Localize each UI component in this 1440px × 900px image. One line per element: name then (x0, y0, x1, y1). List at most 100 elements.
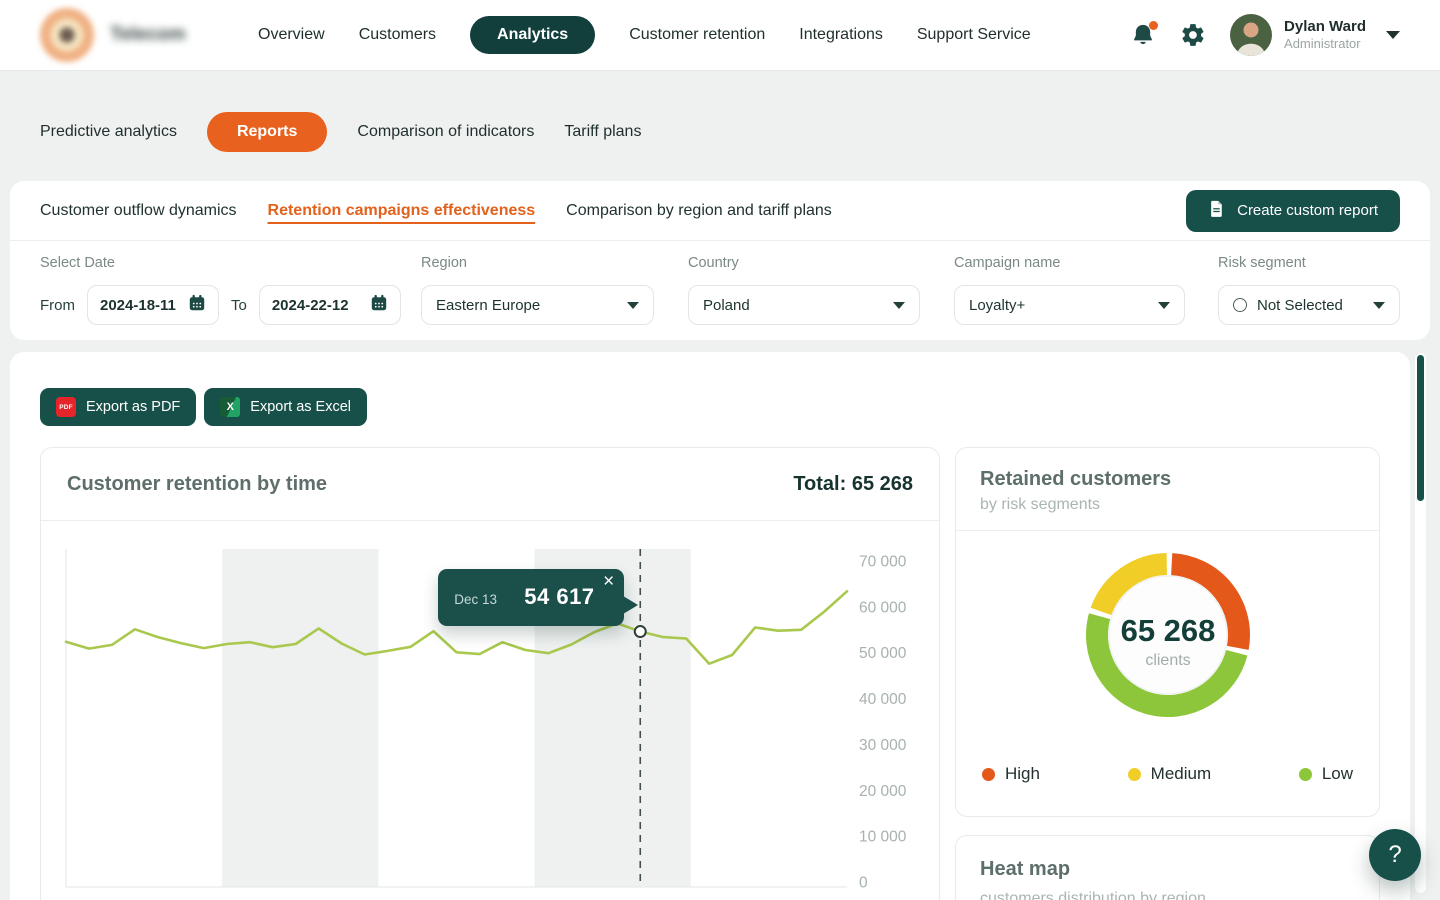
chart-tooltip: Dec 13 54 617 × (438, 569, 624, 626)
nav-item-analytics[interactable]: Analytics (470, 16, 595, 54)
settings-button[interactable] (1180, 22, 1206, 48)
donut-chart-svg: 65 268 clients (1078, 545, 1258, 725)
legend-item-low: Low (1299, 764, 1353, 784)
legend-item-high: High (982, 764, 1040, 784)
legend-item-medium: Medium (1128, 764, 1211, 784)
region-label: Region (421, 255, 467, 271)
svg-text:10 000: 10 000 (859, 829, 907, 846)
date-to-input[interactable]: 2024-22-12 (259, 285, 401, 325)
select-date-label: Select Date (40, 255, 115, 271)
create-custom-report-button[interactable]: Create custom report (1186, 190, 1400, 232)
avatar (1230, 14, 1272, 56)
bell-icon (1130, 35, 1156, 52)
svg-text:40 000: 40 000 (859, 691, 907, 708)
main-nav: Overview Customers Analytics Customer re… (258, 16, 1031, 54)
calendar-icon (188, 294, 206, 317)
chevron-down-icon (1158, 302, 1170, 309)
heat-map-title: Heat map (980, 858, 1355, 881)
nav-item-support-service[interactable]: Support Service (917, 26, 1031, 44)
chevron-down-icon (1386, 31, 1400, 39)
country-label: Country (688, 255, 739, 271)
scrollbar-track[interactable] (1415, 353, 1426, 893)
low-dot-icon (1299, 768, 1312, 781)
tooltip-date: Dec 13 (454, 592, 497, 607)
svg-text:clients: clients (1145, 652, 1190, 669)
user-name: Dylan Ward (1284, 18, 1366, 37)
svg-text:70 000: 70 000 (859, 554, 907, 571)
from-label: From (40, 297, 75, 314)
document-icon (1208, 199, 1225, 223)
risk-segment-select[interactable]: Not Selected (1218, 285, 1400, 325)
scrollbar-thumb[interactable] (1417, 355, 1424, 501)
user-role: Administrator (1284, 36, 1366, 52)
chevron-down-icon (627, 302, 639, 309)
calendar-icon (370, 294, 388, 317)
filters-bar: Select Date From 2024-18-11 To 2024-22-1… (10, 241, 1430, 339)
region-value: Eastern Europe (436, 297, 540, 314)
chart-total: Total: 65 268 (793, 473, 913, 496)
country-select[interactable]: Poland (688, 285, 920, 325)
report-controls-card: Customer outflow dynamics Retention camp… (10, 181, 1430, 340)
chevron-down-icon (893, 302, 905, 309)
legend-label-low: Low (1322, 764, 1353, 784)
svg-text:65 268: 65 268 (1120, 613, 1215, 648)
notification-dot (1149, 21, 1158, 30)
notifications-button[interactable] (1130, 22, 1156, 48)
svg-text:20 000: 20 000 (859, 783, 907, 800)
tooltip-value: 54 617 (524, 584, 594, 610)
tooltip-close-icon[interactable]: × (603, 571, 614, 594)
date-from-value: 2024-18-11 (100, 297, 176, 314)
export-excel-button[interactable]: X Export as Excel (204, 388, 367, 426)
tooltip-arrow (623, 596, 638, 614)
top-actions: Dylan Ward Administrator (1130, 14, 1400, 56)
medium-dot-icon (1128, 768, 1141, 781)
high-dot-icon (982, 768, 995, 781)
app-screen: Telecom Overview Customers Analytics Cus… (0, 0, 1440, 900)
campaign-select[interactable]: Loyalty+ (954, 285, 1185, 325)
legend-label-medium: Medium (1151, 764, 1211, 784)
tab-tariff-plans[interactable]: Tariff plans (564, 123, 641, 141)
retained-customers-card: Retained customers by risk segments 65 2… (955, 447, 1380, 817)
help-button[interactable]: ? (1369, 829, 1421, 881)
report-tab-comparison-region[interactable]: Comparison by region and tariff plans (566, 202, 832, 220)
svg-text:0: 0 (859, 875, 868, 892)
date-from-input[interactable]: 2024-18-11 (87, 285, 219, 325)
svg-text:50 000: 50 000 (859, 645, 907, 662)
user-profile-menu[interactable]: Dylan Ward Administrator (1230, 14, 1400, 56)
retention-line-chart-card: Customer retention by time Total: 65 268… (40, 447, 940, 900)
analytics-subtabs: Predictive analytics Reports Comparison … (40, 110, 641, 153)
risk-donut-chart[interactable]: 65 268 clients (1078, 545, 1258, 725)
report-tabs: Customer outflow dynamics Retention camp… (10, 181, 1430, 241)
country-value: Poland (703, 297, 750, 314)
tab-reports[interactable]: Reports (207, 112, 327, 152)
tab-predictive-analytics[interactable]: Predictive analytics (40, 123, 177, 141)
svg-text:60 000: 60 000 (859, 599, 907, 616)
report-content-card: PDF Export as PDF X Export as Excel Cust… (10, 352, 1410, 900)
donut-legend: High Medium Low (956, 764, 1379, 784)
nav-item-overview[interactable]: Overview (258, 26, 325, 44)
report-tab-retention-campaigns[interactable]: Retention campaigns effectiveness (268, 202, 536, 220)
region-select[interactable]: Eastern Europe (421, 285, 654, 325)
radio-circle-icon (1233, 298, 1247, 312)
legend-label-high: High (1005, 764, 1040, 784)
nav-item-integrations[interactable]: Integrations (799, 26, 883, 44)
tab-comparison-of-indicators[interactable]: Comparison of indicators (357, 123, 534, 141)
nav-item-customers[interactable]: Customers (359, 26, 436, 44)
create-custom-report-label: Create custom report (1237, 202, 1378, 219)
chart-title: Customer retention by time (67, 473, 327, 496)
heat-map-card: Heat map customers distribution by regio… (955, 835, 1380, 900)
pdf-icon: PDF (56, 397, 76, 417)
donut-card-title: Retained customers (980, 468, 1355, 491)
chart-header: Customer retention by time Total: 65 268 (41, 448, 939, 521)
export-excel-label: Export as Excel (250, 399, 351, 415)
heat-map-subtitle: customers distribution by region (980, 890, 1355, 900)
risk-segment-value: Not Selected (1257, 297, 1343, 314)
export-pdf-button[interactable]: PDF Export as PDF (40, 388, 196, 426)
chevron-down-icon (1373, 302, 1385, 309)
export-pdf-label: Export as PDF (86, 399, 180, 415)
nav-item-customer-retention[interactable]: Customer retention (629, 26, 765, 44)
top-navigation-bar: Telecom Overview Customers Analytics Cus… (0, 0, 1440, 71)
line-chart-plot[interactable]: 70 00060 00050 00040 00030 00020 00010 0… (41, 549, 941, 899)
gear-icon (1180, 35, 1206, 52)
report-tab-customer-outflow[interactable]: Customer outflow dynamics (40, 202, 237, 220)
